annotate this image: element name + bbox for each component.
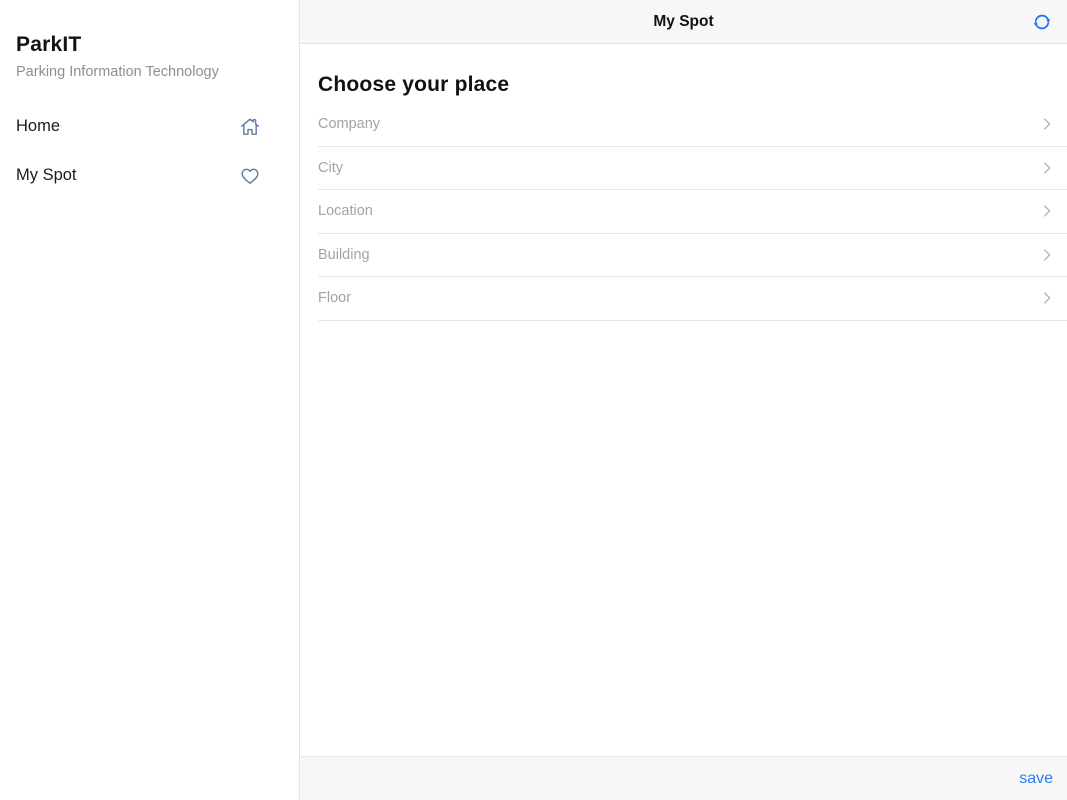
app-window: ParkIT Parking Information Technology Ho… — [0, 0, 1067, 800]
chevron-right-icon — [1037, 201, 1057, 221]
main-panel: My Spot Choose your place Company — [300, 0, 1067, 800]
refresh-icon — [1030, 10, 1054, 34]
topbar: My Spot — [300, 0, 1067, 44]
topbar-title: My Spot — [653, 13, 713, 31]
refresh-button[interactable] — [1029, 9, 1055, 35]
picker-row-building[interactable]: Building — [318, 234, 1067, 278]
chevron-right-icon — [1037, 158, 1057, 178]
sidebar: ParkIT Parking Information Technology Ho… — [0, 0, 300, 800]
picker-row-label: Floor — [318, 290, 351, 306]
content-area: Choose your place Company City Location — [300, 44, 1067, 756]
sidebar-item-home[interactable]: Home — [0, 102, 299, 151]
brand-title: ParkIT — [16, 33, 283, 57]
bottombar: save — [300, 756, 1067, 800]
picker-row-label: City — [318, 160, 343, 176]
page-title: Choose your place — [318, 73, 1067, 97]
picker-row-floor[interactable]: Floor — [318, 277, 1067, 321]
sidebar-item-label: My Spot — [16, 166, 77, 185]
home-icon — [238, 115, 262, 139]
picker-row-label: Location — [318, 203, 373, 219]
picker-row-location[interactable]: Location — [318, 190, 1067, 234]
sidebar-nav: Home My Spot — [0, 102, 299, 200]
chevron-right-icon — [1037, 114, 1057, 134]
save-button[interactable]: save — [1019, 770, 1053, 788]
sidebar-item-my-spot[interactable]: My Spot — [0, 151, 299, 200]
picker-row-company[interactable]: Company — [318, 103, 1067, 147]
chevron-right-icon — [1037, 288, 1057, 308]
brand: ParkIT Parking Information Technology — [0, 0, 299, 80]
picker-row-label: Building — [318, 247, 370, 263]
chevron-right-icon — [1037, 245, 1057, 265]
heart-icon — [238, 164, 262, 188]
brand-subtitle: Parking Information Technology — [16, 64, 283, 80]
sidebar-item-label: Home — [16, 117, 60, 136]
place-picker-list: Company City Location — [318, 103, 1067, 321]
picker-row-city[interactable]: City — [318, 147, 1067, 191]
picker-row-label: Company — [318, 116, 380, 132]
